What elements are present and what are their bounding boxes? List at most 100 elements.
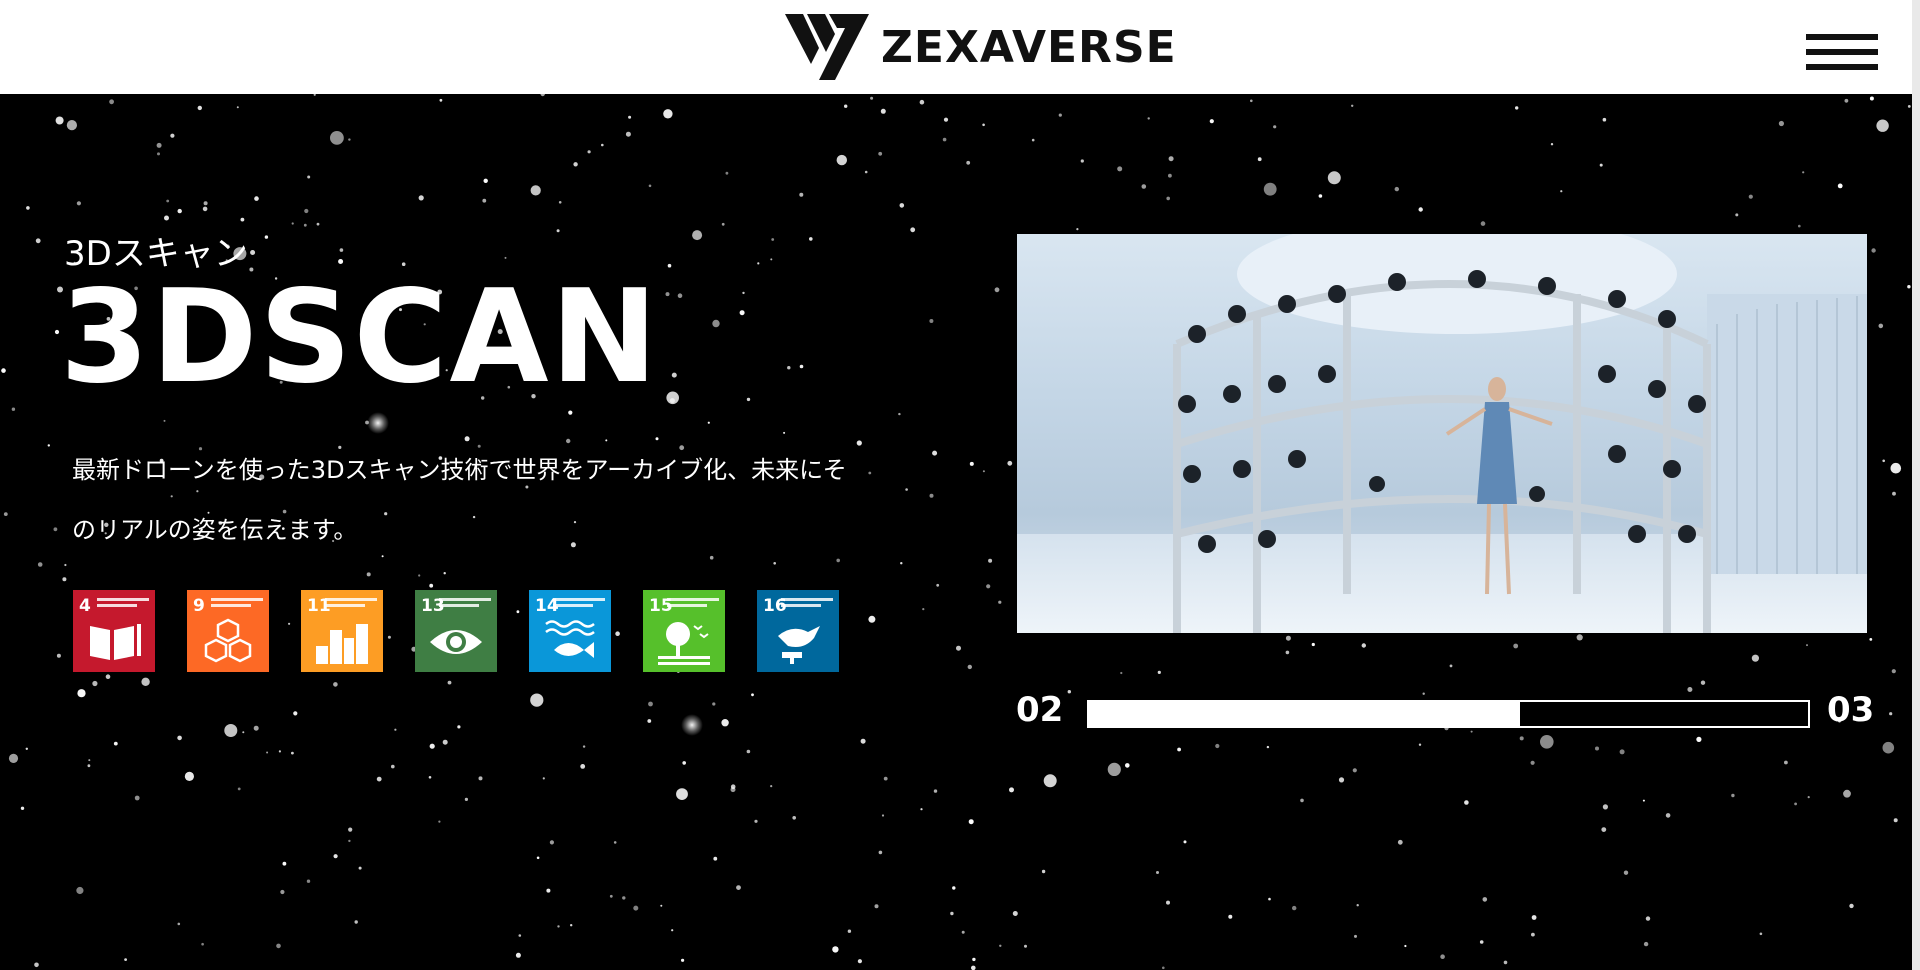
slide-current-number: 02 [1016, 690, 1064, 730]
star-particle [1156, 871, 1159, 874]
star-particle [900, 562, 903, 565]
star-particle [920, 808, 923, 811]
section-description: 最新ドローンを使った3Dスキャン技術で世界をアーカイブ化、未来にそのリアルの姿を… [72, 456, 847, 544]
star-particle [291, 751, 294, 755]
cubes-icon [204, 618, 252, 663]
star-particle [899, 203, 905, 208]
fish-waves-icon [545, 620, 595, 658]
star-particle [1482, 897, 1488, 902]
star-particle [1354, 934, 1357, 938]
star-particle [428, 776, 432, 779]
star-particle [438, 820, 441, 823]
star-particle [736, 885, 741, 890]
star-particle [721, 222, 725, 226]
star-particle [1356, 904, 1359, 907]
star-particle [358, 866, 362, 870]
star-particle [1080, 159, 1084, 163]
star-particle [671, 372, 677, 378]
star-particle [1759, 932, 1763, 936]
star-particle [969, 461, 974, 466]
star-particle [1807, 796, 1810, 799]
star-particle [55, 116, 64, 125]
hamburger-menu-button[interactable] [1806, 30, 1878, 74]
star-particle [429, 583, 434, 588]
star-particle [1731, 793, 1735, 798]
star-particle [3, 512, 8, 516]
scrollbar-track[interactable] [1912, 0, 1920, 970]
star-particle [447, 680, 452, 685]
sdg-goal-14: 14 [529, 590, 611, 672]
star-particle [1470, 730, 1473, 733]
star-particle [34, 962, 39, 968]
star-particle [124, 958, 127, 961]
star-particle [1166, 196, 1170, 201]
sdg-number: 4 [79, 596, 91, 616]
star-particle [1397, 839, 1403, 845]
star-particle [141, 677, 150, 686]
star-particle [966, 160, 971, 165]
star-particle [1418, 743, 1422, 746]
star-particle [1599, 163, 1603, 167]
star-particle [648, 184, 652, 188]
star-particle [880, 108, 886, 114]
star-particle [922, 608, 925, 611]
star-particle [1892, 491, 1896, 496]
star-particle [730, 787, 736, 793]
star-particle [1162, 966, 1165, 970]
star-particle [177, 735, 182, 741]
star-particle [573, 162, 578, 167]
star-particle [348, 138, 351, 141]
site-header: ZEXAVERSE [0, 0, 1920, 94]
star-particle [197, 105, 202, 111]
star-particle [1595, 746, 1599, 751]
star-particle [1183, 840, 1187, 844]
star-particle [1576, 634, 1583, 641]
brand-logo[interactable]: ZEXAVERSE [785, 14, 1177, 80]
star-particle [557, 925, 560, 928]
star-particle [549, 840, 555, 845]
star-particle [1168, 173, 1172, 178]
slide-next-number[interactable]: 03 [1827, 690, 1874, 730]
star-particle [518, 934, 522, 937]
star-particle [333, 682, 338, 687]
star-particle [1878, 323, 1884, 329]
star-particle [1009, 787, 1014, 793]
star-particle [278, 750, 281, 753]
star-particle [291, 222, 294, 225]
star-particle [878, 850, 883, 855]
star-particle [936, 583, 940, 587]
star-particle [648, 701, 653, 707]
star-particle [339, 248, 344, 252]
star-particle [293, 711, 298, 716]
zexaverse-logo-icon [785, 14, 869, 80]
star-particle [994, 287, 1000, 293]
star-particle [1869, 96, 1874, 101]
star-particle [932, 450, 938, 456]
star-particle [1907, 105, 1911, 108]
star-particle [163, 419, 166, 422]
star-particle [429, 743, 435, 749]
star-particle [1700, 680, 1706, 685]
star-particle [482, 198, 487, 203]
tree-birds-icon [658, 622, 710, 665]
star-particle [418, 195, 424, 201]
sdg-goal-15: 15 [643, 590, 725, 672]
star-particle [1696, 736, 1702, 743]
slide-progress-bar[interactable] [1087, 700, 1810, 728]
star-particle [998, 600, 1002, 604]
star-particle [177, 922, 181, 926]
star-particle [1560, 190, 1563, 193]
star-particle [1327, 171, 1341, 185]
star-particle [1125, 763, 1130, 768]
star-particle [237, 787, 241, 791]
scan-rig-image [1017, 234, 1867, 633]
star-particle [870, 96, 874, 100]
star-particle [1404, 944, 1407, 948]
star-particle [1318, 194, 1323, 198]
star-particle [864, 170, 868, 174]
star-particle [721, 719, 729, 727]
star-particle [242, 731, 245, 734]
star-particle [1031, 138, 1035, 142]
star-particle [457, 725, 461, 729]
star-particle [770, 258, 773, 261]
